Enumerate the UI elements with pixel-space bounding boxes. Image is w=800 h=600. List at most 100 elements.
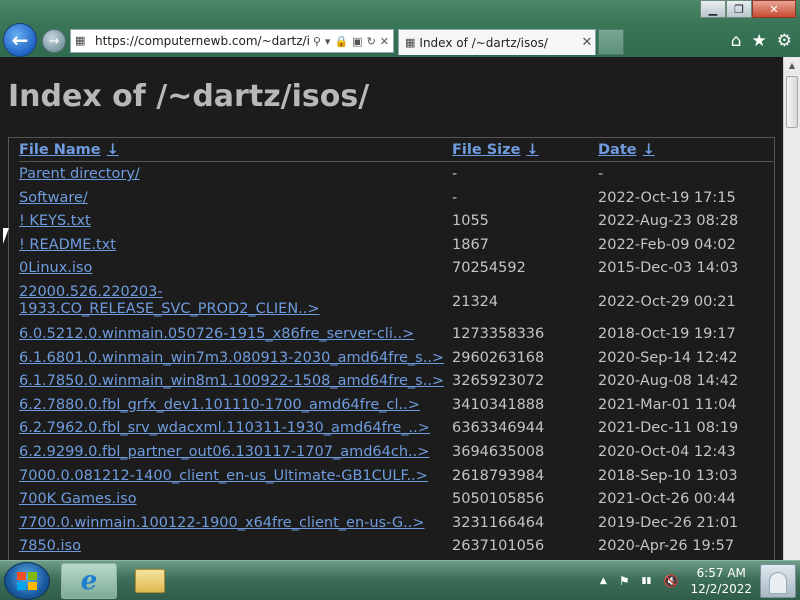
volume-muted-icon[interactable]: 🔇 bbox=[664, 574, 679, 588]
tab-favicon-icon: ▦ bbox=[405, 36, 416, 49]
file-name-link[interactable]: ! README.txt bbox=[19, 237, 116, 254]
file-name-link[interactable]: ! KEYS.txt bbox=[19, 213, 91, 230]
user-avatar-icon bbox=[769, 572, 787, 594]
table-row: ! KEYS.txt 1055 2022-Aug-23 08:28 bbox=[19, 213, 773, 237]
file-name-link[interactable]: 7850.iso bbox=[19, 538, 81, 555]
address-url[interactable]: https://computernewb.com/~dartz/i bbox=[95, 34, 313, 48]
file-name-link[interactable]: 6.2.7962.0.fbl_srv_wdacxml.110311-1930_a… bbox=[19, 420, 430, 437]
scroll-thumb[interactable] bbox=[786, 76, 798, 128]
table-row: Software/ - 2022-Oct-19 17:15 bbox=[19, 190, 773, 214]
network-icon[interactable]: ▮▮ bbox=[642, 576, 652, 586]
file-name-link[interactable]: 6.1.6801.0.winmain_win7m3.080913-2030_am… bbox=[19, 350, 444, 367]
vertical-scrollbar[interactable]: ▲ bbox=[783, 57, 800, 560]
table-row: 7700.0.winmain.100122-1900_x64fre_client… bbox=[19, 515, 773, 539]
page-title: Index of /~dartz/isos/ bbox=[8, 79, 370, 114]
table-row: 0Linux.iso 70254592 2015-Dec-03 14:03 bbox=[19, 260, 773, 284]
close-window-button[interactable]: ✕ bbox=[752, 0, 796, 18]
system-tray: ▲ ⚑ ▮▮ 🔇 6:57 AM 12/2/2022 bbox=[600, 561, 752, 600]
table-row: 6.2.7880.0.fbl_grfx_dev1.101110-1700_amd… bbox=[19, 397, 773, 421]
file-size: 2637101056 bbox=[452, 538, 545, 555]
file-name-link[interactable]: 22000.526.220203- 1933.CO_RELEASE_SVC_PRO… bbox=[19, 284, 320, 318]
stop-icon[interactable]: ✕ bbox=[380, 35, 389, 48]
sort-arrow-icon: ↓ bbox=[642, 142, 655, 158]
file-name-link[interactable]: 6.1.7850.0.winmain_win8m1.100922-1508_am… bbox=[19, 373, 444, 390]
scroll-up-arrow-icon[interactable]: ▲ bbox=[784, 57, 800, 74]
taskbar: e ▲ ⚑ ▮▮ 🔇 6:57 AM 12/2/2022 bbox=[0, 560, 800, 600]
file-date: 2022-Oct-19 17:15 bbox=[598, 189, 736, 206]
start-button[interactable] bbox=[4, 562, 50, 600]
tab-close-button[interactable]: ✕ bbox=[579, 35, 595, 50]
file-listing-table: File Name ↓ File Size ↓ Date ↓ Parent direc… bbox=[8, 137, 775, 560]
file-size: 70254592 bbox=[452, 260, 526, 277]
lock-icon[interactable]: 🔒 bbox=[334, 35, 348, 48]
clock[interactable]: 6:57 AM 12/2/2022 bbox=[690, 565, 752, 597]
file-date: 2018-Oct-19 19:17 bbox=[598, 326, 736, 342]
file-size: - bbox=[452, 166, 458, 182]
back-button[interactable]: ← bbox=[3, 23, 37, 57]
file-size: 3694635008 bbox=[452, 444, 545, 460]
file-date: 2021-Oct-26 00:44 bbox=[598, 491, 736, 508]
table-row: 7000.0.081212-1400_client_en-us_Ultimate… bbox=[19, 468, 773, 492]
clock-date: 12/2/2022 bbox=[690, 582, 752, 596]
file-name-link[interactable]: 6.2.9299.0.fbl_partner_out06.130117-1707… bbox=[19, 444, 429, 461]
windows-logo-icon bbox=[17, 572, 37, 590]
header-file-size-link[interactable]: File Size ↓ bbox=[452, 142, 539, 158]
home-icon[interactable]: ⌂ bbox=[731, 31, 742, 51]
new-tab-button[interactable] bbox=[598, 29, 624, 55]
file-size: 3265923072 bbox=[452, 373, 545, 390]
table-row: Parent directory/ - - bbox=[19, 166, 773, 190]
file-name-link[interactable]: 6.2.7880.0.fbl_grfx_dev1.101110-1700_amd… bbox=[19, 397, 420, 414]
compat-view-icon[interactable]: ▣ bbox=[352, 35, 362, 48]
file-name-link[interactable]: 6.0.5212.0.winmain.050726-1915_x86fre_se… bbox=[19, 326, 414, 343]
file-date: 2022-Oct-29 00:21 bbox=[598, 294, 736, 310]
table-row: 6.1.7850.0.winmain_win8m1.100922-1508_am… bbox=[19, 373, 773, 397]
header-file-name-link[interactable]: File Name ↓ bbox=[19, 142, 119, 158]
table-row: 6.1.6801.0.winmain_win7m3.080913-2030_am… bbox=[19, 350, 773, 374]
file-date: 2018-Sep-10 13:03 bbox=[598, 467, 738, 484]
mouse-cursor-icon bbox=[3, 228, 9, 244]
sort-arrow-icon: ↓ bbox=[526, 142, 539, 158]
internet-explorer-icon: e bbox=[80, 566, 98, 596]
address-bar[interactable]: ▦ https://computernewb.com/~dartz/i ⚲ ▾ … bbox=[70, 29, 394, 53]
file-date: 2015-Dec-03 14:03 bbox=[598, 260, 739, 277]
file-date: 2020-Sep-14 12:42 bbox=[598, 349, 738, 366]
file-name-link[interactable]: Software/ bbox=[19, 190, 88, 207]
file-date: 2020-Apr-26 19:57 bbox=[598, 538, 735, 555]
file-date: 2021-Mar-01 11:04 bbox=[598, 396, 737, 413]
action-center-flag-icon[interactable]: ⚑ bbox=[619, 574, 630, 588]
file-size: 1055 bbox=[452, 213, 489, 230]
dropdown-icon[interactable]: ▾ bbox=[325, 35, 331, 48]
file-date: 2021-Dec-11 08:19 bbox=[598, 420, 739, 437]
clock-time: 6:57 AM bbox=[696, 566, 746, 580]
toolbar-right: ⌂ ★ ⚙ bbox=[731, 31, 792, 51]
tab-index-of-isos[interactable]: ▦ Index of /~dartz/isos/ ✕ bbox=[398, 29, 596, 55]
table-row: 6.0.5212.0.winmain.050726-1915_x86fre_se… bbox=[19, 326, 773, 350]
taskbar-file-explorer[interactable] bbox=[122, 563, 178, 599]
tools-gear-icon[interactable]: ⚙ bbox=[777, 31, 792, 51]
table-header: File Name ↓ File Size ↓ Date ↓ bbox=[19, 142, 773, 162]
user-account-button[interactable] bbox=[760, 564, 796, 598]
search-icon[interactable]: ⚲ bbox=[313, 35, 321, 48]
header-date-link[interactable]: Date ↓ bbox=[598, 142, 655, 158]
forward-arrow-icon: → bbox=[48, 33, 60, 49]
file-date: - bbox=[598, 166, 604, 182]
minimize-button[interactable]: ▁ bbox=[700, 0, 726, 18]
maximize-button[interactable]: ❐ bbox=[726, 0, 752, 18]
file-size: - bbox=[452, 189, 458, 206]
file-name-link[interactable]: 7700.0.winmain.100122-1900_x64fre_client… bbox=[19, 515, 424, 532]
file-name-link[interactable]: 7000.0.081212-1400_client_en-us_Ultimate… bbox=[19, 468, 428, 485]
file-name-link[interactable]: 700K Games.iso bbox=[19, 491, 137, 508]
taskbar-internet-explorer[interactable]: e bbox=[61, 563, 117, 599]
folder-icon bbox=[135, 569, 165, 593]
refresh-icon[interactable]: ↻ bbox=[367, 35, 376, 48]
file-size: 2960263168 bbox=[452, 349, 545, 366]
table-row: 6.2.7962.0.fbl_srv_wdacxml.110311-1930_a… bbox=[19, 420, 773, 444]
file-size: 1273358336 bbox=[452, 326, 545, 342]
show-hidden-icons-icon[interactable]: ▲ bbox=[600, 576, 607, 586]
forward-button[interactable]: → bbox=[42, 29, 66, 53]
table-row: 700K Games.iso 5050105856 2021-Oct-26 00:4… bbox=[19, 491, 773, 515]
file-name-link[interactable]: Parent directory/ bbox=[19, 166, 140, 183]
sort-arrow-icon: ↓ bbox=[106, 142, 119, 158]
file-name-link[interactable]: 0Linux.iso bbox=[19, 260, 92, 277]
favorites-star-icon[interactable]: ★ bbox=[752, 31, 767, 51]
